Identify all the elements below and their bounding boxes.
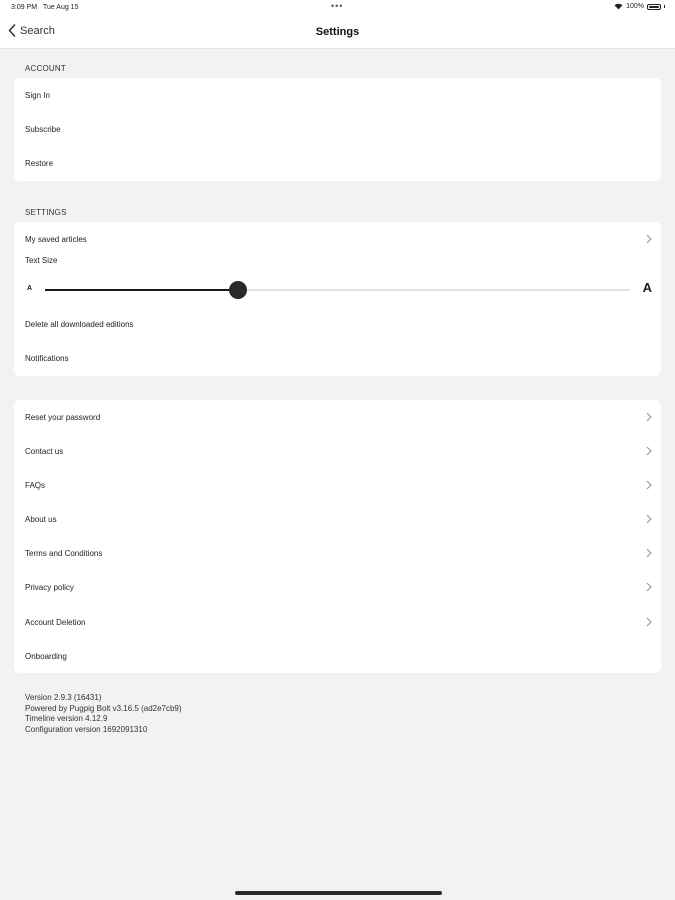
timeline-version: Timeline version 4.12.9 [25, 714, 108, 723]
delete-downloads-label: Delete all downloaded editions [25, 319, 134, 329]
chevron-right-icon [646, 480, 652, 490]
about-us-row[interactable]: About us [14, 502, 661, 536]
privacy-policy-row[interactable]: Privacy policy [14, 570, 661, 604]
multitasking-dots[interactable]: ••• [331, 1, 343, 11]
section-header-settings: SETTINGS [25, 208, 67, 217]
restore-label: Restore [25, 158, 54, 168]
text-size-label: Text Size [25, 255, 58, 265]
battery-icon [647, 3, 661, 10]
powered-by: Powered by Pugpig Bolt v3.16.5 (ad2e7cb9… [25, 703, 182, 713]
account-deletion-row[interactable]: Account Deletion [14, 605, 661, 639]
account-deletion-label: Account Deletion [25, 617, 86, 627]
battery-percent: 100% [626, 3, 644, 10]
slider-fill [45, 289, 239, 291]
privacy-policy-label: Privacy policy [25, 582, 74, 592]
small-text-icon: A [27, 285, 33, 292]
chevron-right-icon [646, 234, 652, 244]
text-size-row: Text Size [14, 250, 661, 270]
subscribe-label: Subscribe [25, 124, 61, 134]
delete-downloads-row[interactable]: Delete all downloaded editions [14, 307, 661, 341]
info-card: Reset your password Contact us FAQs Abou… [14, 400, 661, 673]
chevron-right-icon [646, 514, 652, 524]
slider-thumb[interactable] [229, 281, 248, 299]
chevron-right-icon [646, 548, 652, 558]
contact-us-row[interactable]: Contact us [14, 434, 661, 468]
chevron-right-icon [646, 617, 652, 627]
reset-password-label: Reset your password [25, 412, 101, 422]
onboarding-row[interactable]: Onboarding [14, 639, 661, 673]
status-bar: 3:09 PM Tue Aug 15 ••• 100% [0, 0, 675, 16]
home-indicator[interactable] [235, 891, 442, 895]
chevron-right-icon [646, 446, 652, 456]
faqs-row[interactable]: FAQs [14, 468, 661, 502]
notifications-row[interactable]: Notifications [14, 341, 661, 375]
status-right: 100% [614, 3, 665, 10]
navigation-bar: Search Settings [0, 16, 675, 49]
faqs-label: FAQs [25, 480, 46, 490]
large-text-icon: A [642, 280, 652, 295]
slider-track[interactable] [45, 281, 630, 299]
section-header-account: ACCOUNT [25, 64, 66, 73]
about-us-label: About us [25, 514, 57, 524]
configuration-version: Configuration version 1692091310 [25, 724, 148, 734]
version-info: Version 2.9.3 (16431) Powered by Pugpig … [25, 693, 182, 735]
battery-nub [664, 5, 665, 8]
page-title: Settings [315, 26, 360, 38]
saved-articles-label: My saved articles [25, 234, 87, 244]
chevron-right-icon [646, 412, 652, 422]
subscribe-row[interactable]: Subscribe [14, 112, 661, 146]
notifications-label: Notifications [25, 353, 69, 363]
terms-label: Terms and Conditions [25, 548, 103, 558]
terms-row[interactable]: Terms and Conditions [14, 536, 661, 570]
text-size-slider[interactable]: A A [14, 275, 661, 305]
app-version: Version 2.9.3 (16431) [25, 693, 102, 702]
status-time: 3:09 PM Tue Aug 15 [11, 4, 79, 11]
contact-us-label: Contact us [25, 446, 64, 456]
sign-in-row[interactable]: Sign In [14, 78, 661, 112]
account-card: Sign In Subscribe Restore [14, 78, 661, 181]
onboarding-label: Onboarding [25, 651, 67, 661]
wifi-icon [614, 3, 623, 10]
settings-card: My saved articles Text Size A A Delete a… [14, 222, 661, 376]
restore-row[interactable]: Restore [14, 146, 661, 180]
chevron-right-icon [646, 582, 652, 592]
sign-in-label: Sign In [25, 90, 50, 100]
reset-password-row[interactable]: Reset your password [14, 400, 661, 434]
